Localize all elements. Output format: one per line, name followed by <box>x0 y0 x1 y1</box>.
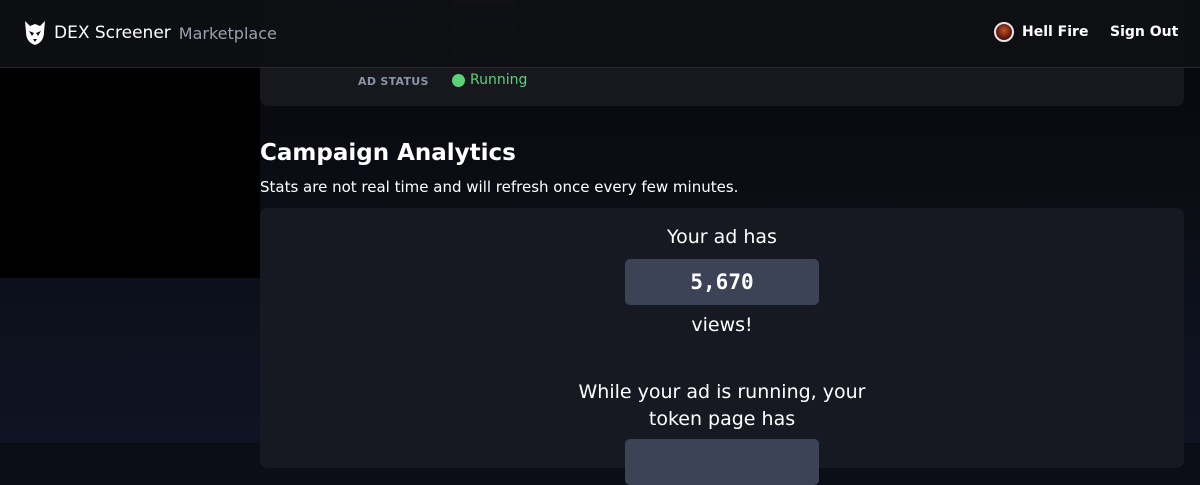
ad-status: Running <box>452 72 527 88</box>
user-name: Hell Fire <box>1022 24 1089 40</box>
brand-name: DEX Screener <box>54 23 171 43</box>
avatar <box>994 22 1014 42</box>
ad-status-value: Running <box>470 72 528 88</box>
views-suffix: views! <box>691 314 753 336</box>
owl-logo-icon <box>25 21 45 45</box>
views-count-box: 5,670 <box>625 259 819 305</box>
views-count: 5,670 <box>690 270 754 294</box>
user-menu[interactable]: Hell Fire <box>994 22 1088 42</box>
top-header: DEX Screener Marketplace Hell Fire Sign … <box>0 0 1200 68</box>
sign-out-button[interactable]: Sign Out <box>1110 24 1178 40</box>
token-page-text: While your ad is running, your token pag… <box>578 381 866 430</box>
status-dot-icon <box>452 73 465 87</box>
section-description: Stats are not real time and will refresh… <box>260 178 739 196</box>
token-page-count-box <box>625 439 819 485</box>
views-prefix: Your ad has <box>667 226 777 248</box>
brand-link[interactable]: DEX Screener Marketplace <box>24 20 277 46</box>
section-title: Campaign Analytics <box>260 140 516 166</box>
brand-suffix: Marketplace <box>178 23 277 43</box>
ad-status-label: AD STATUS <box>358 75 429 88</box>
